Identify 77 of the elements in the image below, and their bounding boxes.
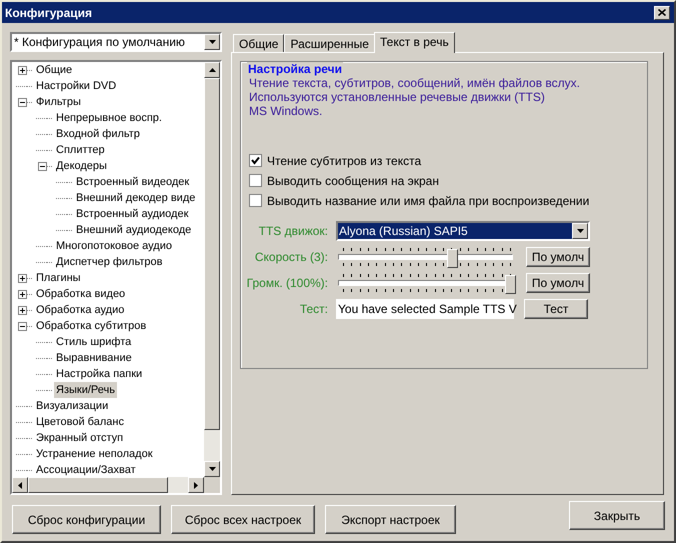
tree-item[interactable]: Встроенный видеодек	[74, 174, 192, 190]
checkbox-label: Чтение субтитров из текста	[267, 154, 422, 168]
scroll-up-icon[interactable]	[208, 67, 216, 73]
description-text: Чтение текста, субтитров, сообщений, имён файлов вслух. Используются установленные речевые движки (TTS) MS Windows.	[249, 76, 581, 118]
scroll-thumb[interactable]	[204, 78, 220, 430]
checkbox[interactable]	[249, 174, 262, 187]
collapse-icon[interactable]	[18, 98, 27, 106]
tree-item[interactable]: Настройки DVD	[34, 78, 118, 94]
scroll-corner	[204, 477, 220, 493]
scroll-thumb[interactable]	[28, 477, 168, 493]
tree-item[interactable]: Многопотоковое аудио	[54, 238, 174, 254]
tree-item[interactable]: Ассоциации/Захват	[34, 462, 138, 478]
tree-item[interactable]: Настройка папки	[54, 366, 144, 382]
scroll-right-icon[interactable]	[193, 480, 199, 490]
tree-item[interactable]: Внешний аудиодекоде	[74, 222, 194, 238]
tree-item[interactable]: Обработка видео	[34, 286, 128, 302]
expand-icon[interactable]	[18, 66, 27, 74]
field-label: Громк. (100%):	[246, 276, 328, 290]
tree-item[interactable]: Общие	[34, 62, 74, 78]
scroll-left-icon[interactable]	[17, 480, 23, 490]
tree-item[interactable]: Фильтры	[34, 94, 83, 110]
field-label: TTS движок:	[258, 224, 328, 238]
tree-item[interactable]: Плагины	[34, 270, 83, 286]
scrollbar[interactable]	[204, 62, 220, 477]
slider-thumb[interactable]	[505, 275, 516, 294]
close-icon	[658, 9, 666, 16]
tree-item[interactable]: Экранный отступ	[34, 430, 126, 446]
tree-item[interactable]: Обработка субтитров	[34, 318, 148, 334]
close-dialog-button[interactable]: Закрыть	[569, 501, 665, 530]
close-button[interactable]	[654, 6, 670, 20]
scrollbar[interactable]	[12, 477, 204, 493]
action-button[interactable]: Сброс конфигурации	[12, 505, 161, 534]
tree-item[interactable]: Непрерывное воспр.	[54, 110, 164, 126]
tree-item[interactable]: Устранение неполадок	[34, 446, 155, 462]
tree-item[interactable]: Цветовой баланс	[34, 414, 126, 430]
test-text-field[interactable]: You have selected Sample TTS V	[336, 299, 514, 319]
checkbox[interactable]	[249, 194, 262, 207]
engine-dropdown[interactable]: Alyona (Russian) SAPI5	[336, 221, 590, 241]
tab[interactable]: Общие	[233, 34, 284, 52]
collapse-icon[interactable]	[18, 322, 27, 330]
collapse-icon[interactable]	[38, 162, 47, 170]
tree-item[interactable]: Языки/Речь	[54, 382, 117, 398]
tree-item[interactable]: Внешний декодер виде	[74, 190, 198, 206]
slider[interactable]	[338, 248, 516, 266]
tree-item[interactable]: Стиль шрифта	[54, 334, 134, 350]
tree-item[interactable]: Выравнивание	[54, 350, 134, 366]
tree-item[interactable]: Сплиттер	[54, 142, 107, 158]
default-button[interactable]: По умолч	[526, 273, 590, 293]
action-button[interactable]: Экспорт настроек	[325, 505, 456, 534]
tree-item[interactable]: Декодеры	[54, 158, 109, 174]
dropdown-button[interactable]	[572, 223, 588, 239]
group-title: Настройка речи	[247, 62, 343, 76]
expand-icon[interactable]	[18, 306, 27, 314]
checkbox-label: Выводить сообщения на экран	[267, 174, 439, 188]
field-label: Тест:	[298, 302, 328, 316]
expand-icon[interactable]	[18, 290, 27, 298]
expand-icon[interactable]	[18, 274, 27, 282]
default-button[interactable]: Тест	[524, 299, 588, 319]
slider-thumb[interactable]	[446, 249, 458, 268]
tree-item[interactable]: Обработка аудио	[34, 302, 126, 318]
caret-icon	[576, 228, 584, 234]
window-title: Конфигурация	[5, 6, 92, 20]
tree-item[interactable]: Визуализации	[34, 398, 110, 414]
scroll-down-icon[interactable]	[208, 466, 216, 472]
field-label: Скорость (3):	[254, 250, 328, 264]
tree-item[interactable]: Встроенный аудиодек	[74, 206, 190, 222]
checkbox[interactable]	[249, 154, 262, 167]
tree-item[interactable]: Диспетчер фильтров	[54, 254, 164, 270]
caret-icon	[208, 39, 216, 45]
dropdown-button[interactable]	[204, 34, 220, 50]
default-button[interactable]: По умолч	[526, 247, 590, 267]
slider[interactable]	[338, 274, 516, 292]
checkbox-label: Выводить название или имя файла при воспроизведении	[267, 194, 590, 208]
tree-item[interactable]: Входной фильтр	[54, 126, 142, 142]
profile-dropdown[interactable]: * Конфигурация по умолчанию	[10, 32, 222, 52]
tab[interactable]: Текст в речь	[374, 32, 455, 53]
action-button[interactable]: Сброс всех настроек	[171, 505, 315, 534]
